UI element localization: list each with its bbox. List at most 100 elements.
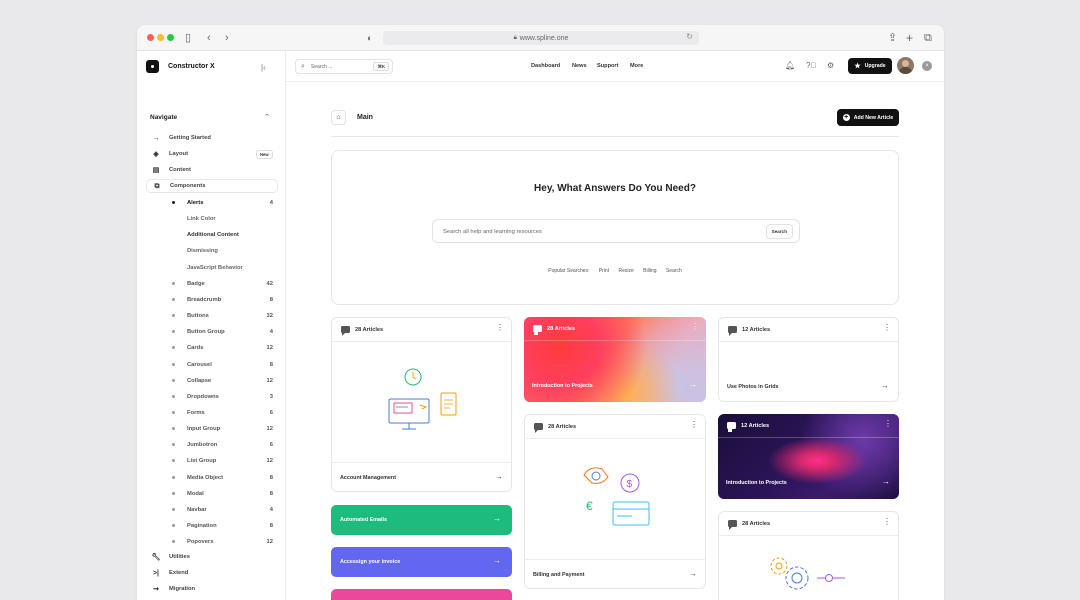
back-icon[interactable]: ‹	[207, 31, 211, 45]
bell-icon[interactable]: 🔔︎	[785, 61, 795, 70]
avatar[interactable]	[897, 57, 914, 74]
browser-chrome: ▯ ‹ › ◐ 🔒︎ www.spline.one ↻ ⇪ + ⧉	[137, 25, 944, 51]
collapse-sidebar-icon[interactable]: |‹	[261, 63, 266, 72]
sidebar-subitem[interactable]: Dismissing	[137, 245, 286, 257]
article-card-settings[interactable]: 28 Articles ⋮	[718, 511, 899, 600]
privacy-shield-icon[interactable]: ◐	[367, 31, 372, 45]
nav-support[interactable]: Support	[597, 63, 618, 69]
reload-icon[interactable]: ↻	[686, 32, 693, 41]
sidebar-subitem-label: Button Group	[187, 329, 225, 336]
popular-search-link[interactable]: Billing	[643, 268, 656, 274]
brand[interactable]: Constructor X	[146, 60, 215, 73]
sidebar-item-layout[interactable]: ◈ Layout New	[137, 148, 286, 162]
nav-dashboard[interactable]: Dashboard	[531, 63, 560, 69]
gear-icon[interactable]: ⚙	[827, 61, 834, 70]
home-icon[interactable]: ⌂	[331, 110, 346, 125]
popular-search-link[interactable]: Search	[666, 268, 682, 274]
help-search-input[interactable]: Search all help and learning resources S…	[432, 219, 800, 243]
sidebar-subitem-label: JavaScript Behavior	[187, 264, 243, 271]
help-search-panel: Hey, What Answers Do You Need? Search al…	[331, 150, 899, 305]
arrow-right-icon[interactable]: →	[882, 477, 890, 486]
sidebar-subitem[interactable]: Dropdowns 3	[137, 391, 286, 403]
sidebar-subitem[interactable]: Breadcrumb 8	[137, 294, 286, 306]
sidebar-subitem[interactable]: Alerts 4	[137, 197, 286, 209]
maximize-window-button[interactable]	[167, 34, 174, 41]
sidebar-subitem[interactable]: Buttons 32	[137, 310, 286, 322]
sidebar-item-label: Layout	[169, 151, 189, 157]
sidebar-subitem[interactable]: Badge 42	[137, 278, 286, 290]
sidebar-subitem[interactable]: Media Object 8	[137, 472, 286, 484]
sidebar-subitem[interactable]: Collapse 12	[137, 375, 286, 387]
nav-news[interactable]: News	[572, 63, 587, 69]
more-options-icon[interactable]: ⋮	[883, 324, 891, 332]
close-circle-icon[interactable]: ×	[922, 61, 932, 71]
more-options-icon[interactable]: ⋮	[691, 323, 699, 331]
nav-more[interactable]: More	[630, 63, 643, 69]
tabs-overview-icon[interactable]: ⧉	[924, 31, 932, 45]
sidebar-subitem[interactable]: Carousel 8	[137, 359, 286, 371]
article-card-intro-projects[interactable]: 28 Articles ⋮ Introduction to Projects →	[524, 317, 706, 402]
article-card-intro-projects-dark[interactable]: 12 Articles ⋮ Introduction to Projects →	[718, 414, 899, 499]
sidebar-item-utilities[interactable]: 🔧︎ Utilities	[137, 551, 286, 565]
article-card-account-management[interactable]: 28 Articles ⋮ Account Management →	[331, 317, 512, 492]
sidebar-subitem-count: 12	[266, 426, 273, 433]
arrow-right-icon[interactable]: →	[495, 472, 503, 481]
sidebar-item-content[interactable]: ▤ Content	[137, 164, 286, 178]
arrow-right-icon[interactable]: →	[689, 569, 697, 578]
sidebar-subitem[interactable]: Input Group 12	[137, 423, 286, 435]
arrow-right-icon[interactable]: →	[689, 380, 697, 389]
sidebar-item-components[interactable]: ⧉ Components	[146, 179, 278, 193]
share-icon[interactable]: ⇪	[888, 31, 897, 45]
sidebar-subitem[interactable]: Navbar 4	[137, 504, 286, 516]
sidebar-subitem[interactable]: JavaScript Behavior	[137, 262, 286, 274]
article-card-billing[interactable]: 28 Articles ⋮ $ € Billing and Payment →	[524, 414, 706, 589]
bullet-icon	[172, 443, 175, 447]
sidebar-subitem[interactable]: Modal 8	[137, 488, 286, 500]
article-card-photos-grids[interactable]: 12 Articles ⋮ Use Photos in Grids →	[718, 317, 899, 402]
search-input[interactable]: ⌕ Search ... ⌘K	[295, 59, 393, 74]
upgrade-button[interactable]: ★ Upgrade	[848, 58, 892, 74]
pill-label: Automated Emails	[340, 517, 388, 523]
more-options-icon[interactable]: ⋮	[884, 420, 892, 428]
help-icon[interactable]: ?⃝	[806, 61, 816, 70]
sidebar-subitem[interactable]: Link Color	[137, 213, 286, 225]
pink-link-card[interactable]	[331, 589, 512, 600]
sidebar-subitem[interactable]: Jumbotron 6	[137, 439, 286, 451]
sidebar-toggle-icon[interactable]: ▯	[185, 31, 191, 45]
address-bar[interactable]: 🔒︎ www.spline.one ↻	[383, 31, 699, 45]
minimize-window-button[interactable]	[157, 34, 164, 41]
sidebar-subitem[interactable]: Cards 12	[137, 342, 286, 354]
more-options-icon[interactable]: ⋮	[690, 421, 698, 429]
svg-text:€: €	[586, 499, 593, 513]
arrow-right-icon: →	[493, 556, 501, 565]
sidebar-subitem[interactable]: Forms 6	[137, 407, 286, 419]
more-options-icon[interactable]: ⋮	[496, 324, 504, 332]
more-options-icon[interactable]: ⋮	[883, 518, 891, 526]
sidebar-subitem-label: Badge	[187, 280, 205, 287]
help-search-button[interactable]: Search	[765, 224, 793, 239]
sidebar-item-extend[interactable]: >| Extend	[137, 567, 286, 581]
arrow-right-icon[interactable]: →	[881, 381, 889, 390]
sidebar-subitem[interactable]: Popovers 12	[137, 536, 286, 548]
automated-emails-link[interactable]: Automated Emails →	[331, 505, 512, 535]
forward-icon[interactable]: ›	[225, 31, 229, 45]
popular-search-link[interactable]: Resize	[618, 268, 633, 274]
chat-icon	[727, 422, 736, 432]
search-shortcut-badge: ⌘K	[373, 62, 389, 71]
chevron-up-icon[interactable]: ⌃	[264, 113, 270, 121]
sidebar-item-getting-started[interactable]: → Getting Started	[137, 132, 286, 146]
new-tab-icon[interactable]: +	[906, 31, 913, 45]
sidebar-subitem[interactable]: Button Group 4	[137, 326, 286, 338]
popular-search-link[interactable]: Print	[599, 268, 609, 274]
sidebar-subitem-label: Collapse	[187, 377, 212, 384]
components-icon: ⧉	[154, 183, 160, 190]
add-new-article-button[interactable]: + Add New Article	[837, 109, 899, 126]
accessing-invoice-link[interactable]: Accessign your invoice →	[331, 547, 512, 577]
sidebar-subitem[interactable]: List Group 12	[137, 455, 286, 467]
sidebar-subitem-label: Additional Content	[187, 232, 239, 239]
sidebar-subitem[interactable]: Additional Content	[137, 229, 286, 241]
sidebar-subitem-count: 4	[269, 200, 273, 206]
close-window-button[interactable]	[147, 34, 154, 41]
sidebar-item-migration[interactable]: ⇝ Migration	[137, 583, 286, 597]
sidebar-subitem[interactable]: Pagination 8	[137, 520, 286, 532]
